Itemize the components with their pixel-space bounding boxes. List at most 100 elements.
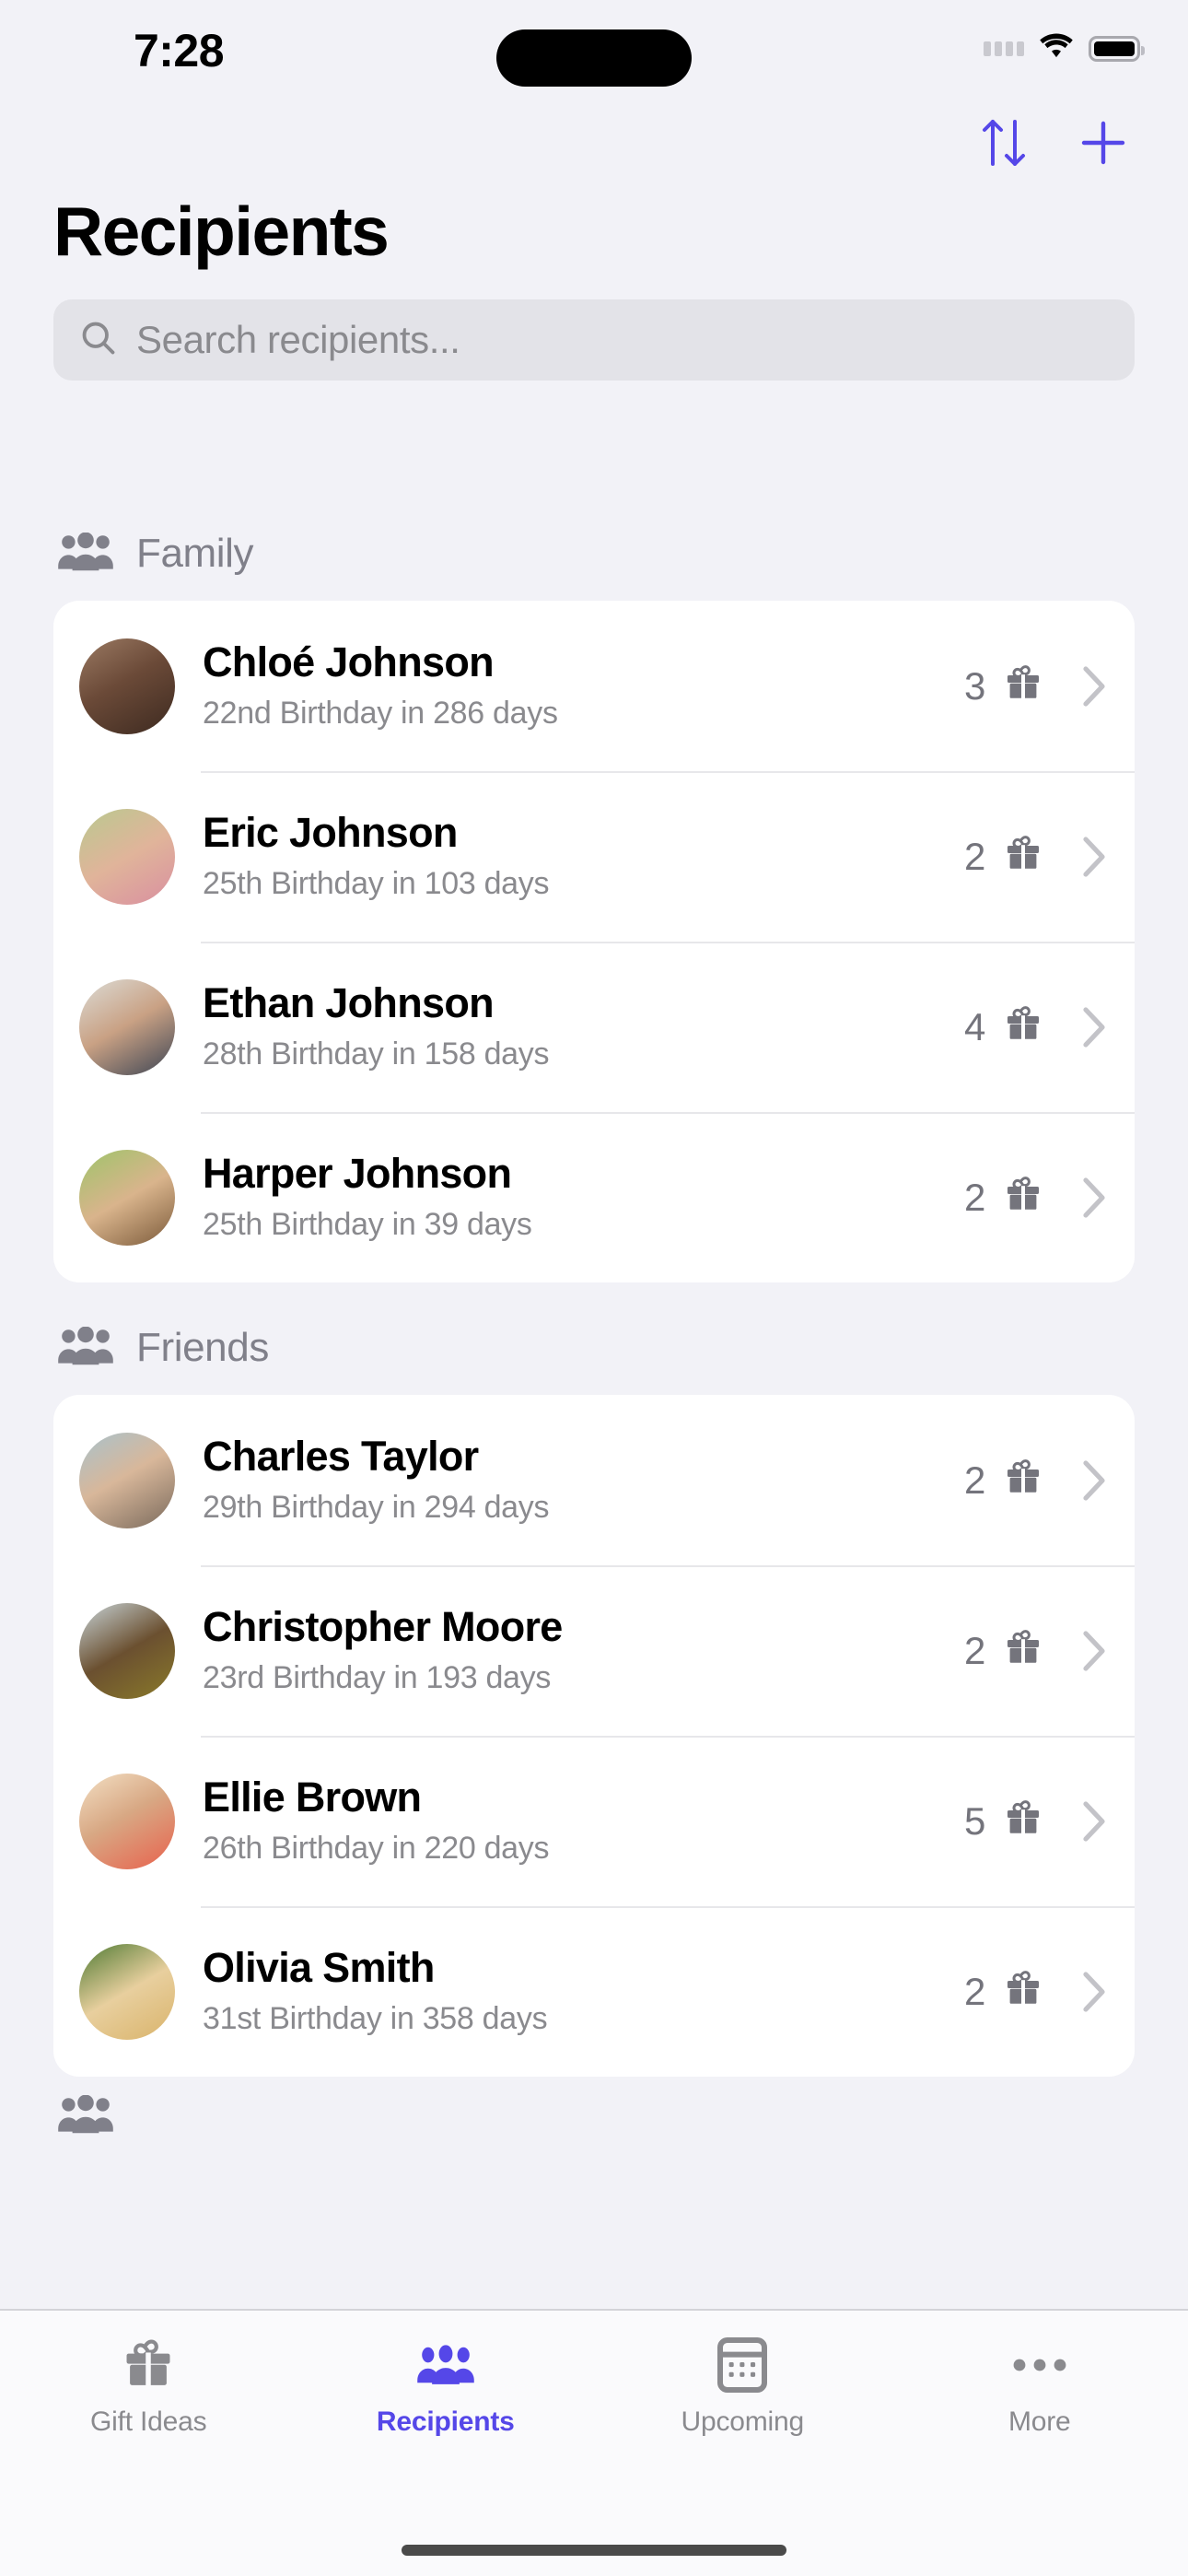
row-accessory: 2 (961, 835, 1107, 879)
avatar (79, 1432, 175, 1528)
home-indicator (402, 2545, 786, 2556)
status-bar: 7:28 (0, 0, 1188, 103)
avatar (79, 1149, 175, 1246)
tab-upcoming[interactable]: Upcoming (594, 2311, 891, 2476)
tab-label: Upcoming (681, 2406, 805, 2437)
row-accessory: 4 (961, 1005, 1107, 1049)
chevron-right-icon (1081, 836, 1107, 878)
row-texts: Harper Johnson 25th Birthday in 39 days (175, 1150, 961, 1245)
avatar (79, 1602, 175, 1699)
section-header: Friends (0, 1290, 1188, 1395)
section-title: Family (136, 531, 254, 576)
gift-icon (1004, 835, 1042, 878)
recipient-name: Christopher Moore (203, 1603, 563, 1651)
search-container: Search recipients... (0, 266, 1188, 381)
search-icon (79, 319, 118, 362)
section-family: Family Chloé Johnson 22nd Birthday in 28… (0, 496, 1188, 1282)
row-accessory: 2 (961, 1629, 1107, 1673)
recipients-list[interactable]: Family Chloé Johnson 22nd Birthday in 28… (0, 496, 1188, 2309)
recipient-name: Olivia Smith (203, 1944, 435, 1992)
tab-label: Gift Ideas (90, 2406, 207, 2437)
row-texts: Ethan Johnson 28th Birthday in 158 days (175, 979, 961, 1074)
sort-arrows-icon[interactable] (974, 113, 1033, 172)
table-row[interactable]: Christopher Moore 23rd Birthday in 193 d… (53, 1565, 1135, 1736)
row-accessory: 2 (961, 1970, 1107, 2014)
row-texts: Eric Johnson 25th Birthday in 103 days (175, 809, 961, 904)
section-card: Chloé Johnson 22nd Birthday in 286 days … (53, 601, 1135, 1282)
section-friends: Friends Charles Taylor 29th Birthday in … (0, 1290, 1188, 2077)
search-input[interactable]: Search recipients... (53, 299, 1135, 381)
gift-count: 5 (963, 1798, 985, 1843)
group-people-icon (57, 1326, 114, 1370)
recipient-birthday: 26th Birthday in 220 days (203, 1830, 550, 1866)
table-row[interactable]: Harper Johnson 25th Birthday in 39 days … (53, 1112, 1135, 1282)
recipient-name: Charles Taylor (203, 1433, 479, 1481)
section-title: Friends (136, 1325, 269, 1370)
recipient-birthday: 25th Birthday in 39 days (203, 1206, 532, 1242)
gift-count: 2 (963, 834, 985, 878)
chevron-right-icon (1081, 1006, 1107, 1048)
chevron-right-icon (1081, 1177, 1107, 1219)
gift-count: 2 (963, 1628, 985, 1672)
gift-icon (1004, 1176, 1042, 1219)
recipient-birthday: 31st Birthday in 358 days (203, 2000, 548, 2036)
row-texts: Christopher Moore 23rd Birthday in 193 d… (175, 1603, 961, 1698)
app-screen: 7:28 Recipients Search recipients... Fam… (0, 0, 1188, 2576)
row-texts: Chloé Johnson 22nd Birthday in 286 days (175, 638, 961, 733)
gift-icon (1004, 1629, 1042, 1672)
table-row[interactable]: Olivia Smith 31st Birthday in 358 days 2 (53, 1906, 1135, 2077)
group-people-icon (57, 532, 114, 576)
recipient-birthday: 23rd Birthday in 193 days (203, 1659, 552, 1695)
row-accessory: 2 (961, 1176, 1107, 1220)
gift-count: 3 (963, 663, 985, 708)
chevron-right-icon (1081, 1800, 1107, 1843)
gift-icon (122, 2335, 175, 2395)
search-placeholder: Search recipients... (136, 318, 460, 361)
cellular-dots-icon (984, 41, 1024, 56)
calendar-icon (717, 2335, 768, 2395)
recipient-name: Ethan Johnson (203, 979, 495, 1027)
row-texts: Ellie Brown 26th Birthday in 220 days (175, 1774, 961, 1868)
recipient-name: Ellie Brown (203, 1774, 422, 1821)
battery-icon (1089, 35, 1145, 62)
table-row[interactable]: Ellie Brown 26th Birthday in 220 days 5 (53, 1736, 1135, 1906)
tab-recipients[interactable]: Recipients (297, 2311, 595, 2476)
section-header-partial (0, 2084, 1188, 2149)
gift-icon (1004, 1799, 1042, 1843)
recipient-birthday: 25th Birthday in 103 days (203, 865, 550, 901)
chevron-right-icon (1081, 665, 1107, 708)
tab-bar: Gift Ideas Recipients Upcoming More (0, 2309, 1188, 2576)
row-texts: Olivia Smith 31st Birthday in 358 days (175, 1944, 961, 2039)
status-indicators (984, 31, 1145, 65)
gift-count: 2 (963, 1175, 985, 1219)
gift-icon (1004, 664, 1042, 708)
avatar (79, 1773, 175, 1869)
gift-count: 4 (963, 1004, 985, 1048)
dynamic-island (496, 29, 692, 87)
group-people-icon (416, 2335, 475, 2395)
avatar (79, 1943, 175, 2040)
recipient-name: Eric Johnson (203, 809, 458, 857)
recipient-name: Harper Johnson (203, 1150, 512, 1198)
nav-bar (0, 103, 1188, 182)
tab-more[interactable]: More (891, 2311, 1188, 2476)
table-row[interactable]: Charles Taylor 29th Birthday in 294 days… (53, 1395, 1135, 1565)
ellipsis-icon (1012, 2335, 1067, 2395)
page-title: Recipients (53, 193, 390, 270)
table-row[interactable]: Eric Johnson 25th Birthday in 103 days 2 (53, 771, 1135, 942)
tab-gift-ideas[interactable]: Gift Ideas (0, 2311, 297, 2476)
row-accessory: 5 (961, 1799, 1107, 1844)
avatar (79, 808, 175, 905)
row-accessory: 3 (961, 664, 1107, 708)
wifi-icon (1037, 31, 1076, 65)
table-row[interactable]: Chloé Johnson 22nd Birthday in 286 days … (53, 601, 1135, 771)
gift-icon (1004, 1970, 1042, 2013)
chevron-right-icon (1081, 1630, 1107, 1672)
tab-label: Recipients (376, 2406, 515, 2437)
plus-icon[interactable] (1074, 113, 1133, 172)
status-time: 7:28 (133, 25, 225, 76)
recipient-birthday: 29th Birthday in 294 days (203, 1489, 550, 1525)
gift-icon (1004, 1458, 1042, 1502)
table-row[interactable]: Ethan Johnson 28th Birthday in 158 days … (53, 942, 1135, 1112)
tab-label: More (1007, 2406, 1071, 2437)
